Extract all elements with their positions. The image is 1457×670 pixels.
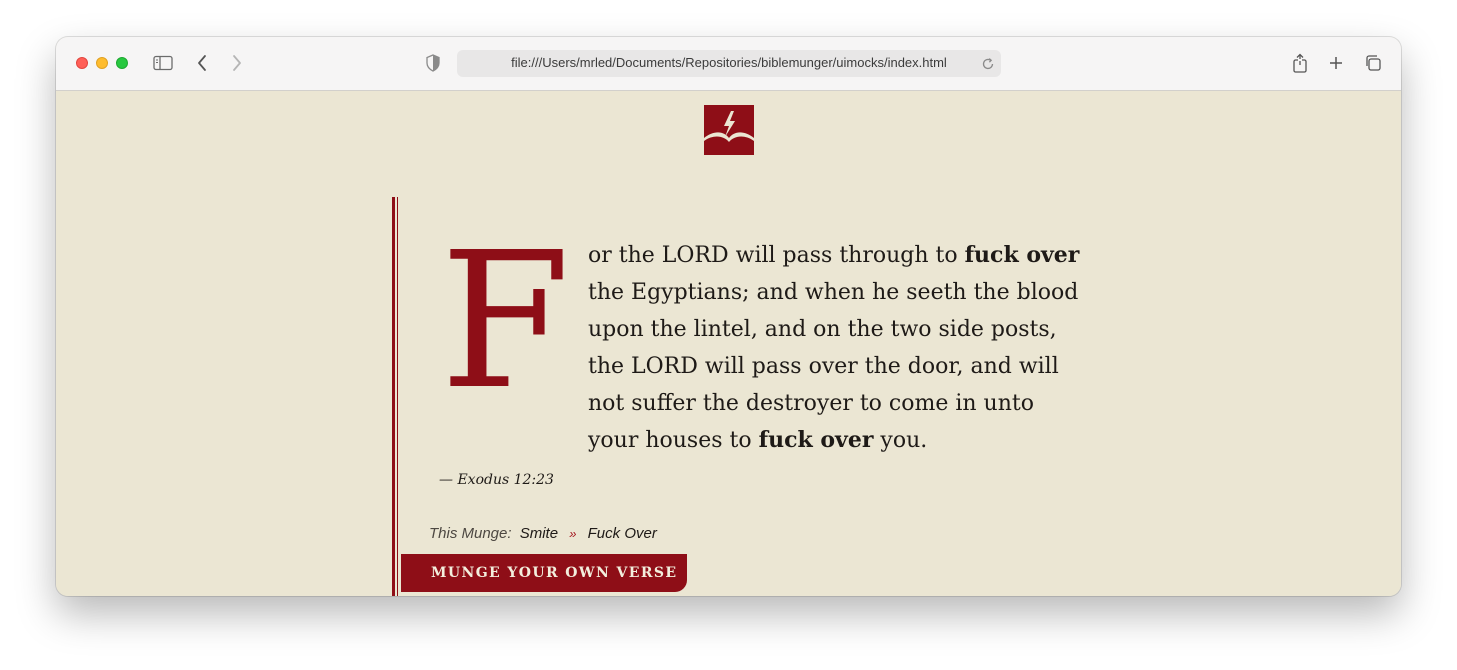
verse-munged-phrase: fuck over: [758, 427, 874, 453]
verse-line: upon the lintel, and on the two side pos…: [588, 311, 1088, 348]
verse-munged-phrase: fuck over: [964, 242, 1080, 268]
sidebar-icon[interactable]: [152, 52, 174, 74]
munge-to: Fuck Over: [587, 525, 657, 542]
munge-summary: This Munge: Smite » Fuck Over: [429, 525, 657, 542]
browser-toolbar: file:///Users/mrled/Documents/Repositori…: [56, 37, 1401, 91]
munge-prefix: This Munge:: [429, 525, 512, 542]
url-text[interactable]: file:///Users/mrled/Documents/Repositori…: [457, 55, 1001, 70]
page-content: F or the LORD will pass through to fuck …: [56, 91, 1401, 596]
verse-dropcap: F: [440, 212, 570, 431]
verse-rule-thin: [397, 197, 398, 596]
verse-line: the LORD will pass over the door, and wi…: [588, 348, 1088, 385]
reload-icon[interactable]: [981, 56, 995, 75]
verse-line-text: or the LORD will pass through to: [588, 243, 965, 268]
verse-line-text: upon the lintel, and on the two side pos…: [588, 317, 1057, 342]
verse-line-text: the Egyptians; and when he seeth the blo…: [588, 280, 1079, 305]
minimize-window-button[interactable]: [96, 57, 108, 69]
browser-window: file:///Users/mrled/Documents/Repositori…: [56, 37, 1401, 596]
verse-citation: — Exodus 12:23: [439, 472, 554, 488]
verse-line: not suffer the destroyer to come in unto: [588, 385, 1088, 422]
shield-icon[interactable]: [422, 52, 444, 74]
verse-text: or the LORD will pass through to fuck ov…: [588, 237, 1088, 459]
verse-line: the Egyptians; and when he seeth the blo…: [588, 274, 1088, 311]
back-icon[interactable]: [191, 52, 213, 74]
close-window-button[interactable]: [76, 57, 88, 69]
biblemunger-logo[interactable]: [704, 105, 754, 155]
verse-line-text: you.: [873, 428, 928, 453]
tabs-overview-icon[interactable]: [1362, 52, 1384, 74]
verse-line: your houses to fuck over you.: [588, 422, 1088, 459]
verse-line-text: the LORD will pass over the door, and wi…: [588, 354, 1059, 379]
verse-line: or the LORD will pass through to fuck ov…: [588, 237, 1088, 274]
munge-from: Smite: [519, 525, 559, 542]
share-icon[interactable]: [1289, 52, 1311, 74]
new-tab-icon[interactable]: [1325, 52, 1347, 74]
forward-icon[interactable]: [226, 52, 248, 74]
zoom-window-button[interactable]: [116, 57, 128, 69]
address-bar[interactable]: file:///Users/mrled/Documents/Repositori…: [457, 50, 1001, 77]
munge-your-own-verse-button[interactable]: MUNGE YOUR OWN VERSE: [401, 554, 687, 592]
verse-rule-thick: [392, 197, 395, 596]
verse-line-text: not suffer the destroyer to come in unto: [588, 391, 1034, 416]
munge-separator: »: [569, 526, 577, 541]
verse-line-text: your houses to: [588, 428, 759, 453]
